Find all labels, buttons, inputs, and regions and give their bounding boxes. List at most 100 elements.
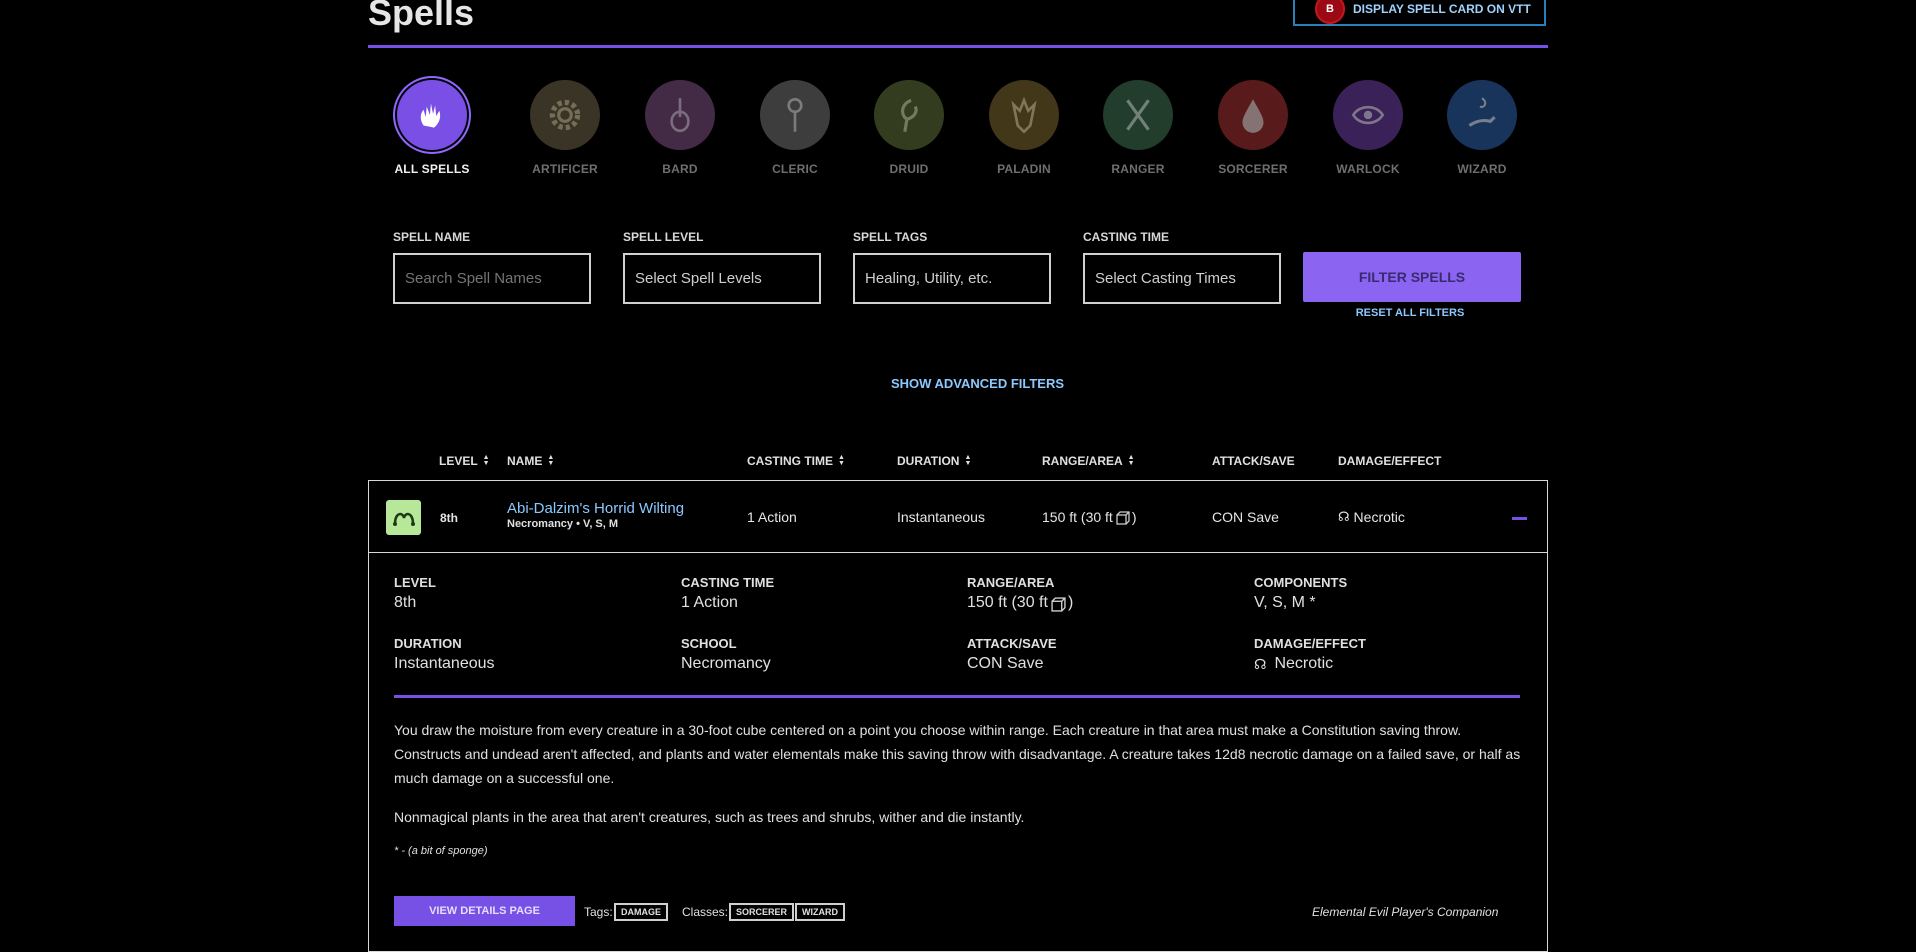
row-casting-time: 1 Action (747, 509, 797, 525)
detail-range-value: 150 ft (30 ft ) (967, 594, 1073, 612)
blood-drop-icon (1218, 80, 1288, 150)
wizard-hand-icon (1447, 80, 1517, 150)
header-name-label: NAME (507, 454, 543, 468)
detail-duration-value: Instantaneous (394, 655, 495, 672)
dnd-beyond-icon: B (1315, 0, 1345, 24)
class-filter-all-spells[interactable]: ALL SPELLS (372, 80, 492, 176)
row-damage: ☊ Necrotic (1338, 509, 1405, 525)
detail-damage-value: ☊ Necrotic (1254, 655, 1333, 673)
header-attack-save: ATTACK/SAVE (1212, 454, 1295, 468)
mace-icon (760, 80, 830, 150)
cube-icon (1051, 597, 1066, 612)
class-filter-artificer[interactable]: ARTIFICER (505, 80, 625, 176)
spell-name-link[interactable]: Abi-Dalzim's Horrid Wilting (507, 500, 684, 517)
header-casting-time[interactable]: CASTING TIME ▲ ▼ (747, 454, 845, 468)
details-divider (394, 695, 1520, 698)
detail-range-close: ) (1067, 594, 1074, 611)
collapse-icon[interactable] (1512, 517, 1527, 520)
header-damage-effect: DAMAGE/EFFECT (1338, 454, 1442, 468)
sort-icon: ▲ ▼ (964, 454, 972, 467)
class-filter-sorcerer[interactable]: SORCERER (1193, 80, 1313, 176)
detail-range-label: RANGE/AREA (967, 575, 1055, 590)
necromancy-school-icon (386, 500, 421, 535)
class-label: RANGER (1111, 162, 1165, 176)
spell-name-input[interactable] (393, 253, 591, 304)
sort-icon: ▲ ▼ (838, 454, 845, 467)
class-filter-bard[interactable]: BARD (620, 80, 740, 176)
casting-time-label: CASTING TIME (1083, 230, 1169, 244)
class-filter-druid[interactable]: DRUID (849, 80, 969, 176)
helm-icon (989, 80, 1059, 150)
class-filter-cleric[interactable]: CLERIC (735, 80, 855, 176)
class-label: SORCERER (1218, 162, 1288, 176)
sort-icon: ▲ ▼ (1127, 454, 1135, 467)
spell-description-2: Nonmagical plants in the area that aren'… (394, 809, 1025, 825)
page-title: Spells (368, 0, 475, 33)
class-label: CLERIC (772, 162, 818, 176)
class-label: PALADIN (997, 162, 1051, 176)
detail-level-label: LEVEL (394, 575, 436, 590)
row-level: 8th (440, 511, 458, 525)
detail-damage-label: DAMAGE/EFFECT (1254, 636, 1366, 651)
casting-time-select[interactable]: Select Casting Times (1083, 253, 1281, 304)
spell-description: You draw the moisture from every creatur… (394, 722, 1521, 786)
header-casting-time-label: CASTING TIME (747, 454, 833, 468)
detail-attack-label: ATTACK/SAVE (967, 636, 1057, 651)
header-level[interactable]: LEVEL ▲ ▼ (439, 454, 490, 468)
gear-icon (530, 80, 600, 150)
row-damage-value: Necrotic (1353, 509, 1405, 525)
header-range[interactable]: RANGE/AREA ▲ ▼ (1042, 454, 1135, 468)
eye-icon (1333, 80, 1403, 150)
header-level-label: LEVEL (439, 454, 478, 468)
leaf-icon (874, 80, 944, 150)
spell-tags-label: SPELL TAGS (853, 230, 928, 244)
sort-icon: ▲ ▼ (482, 454, 490, 467)
class-tag-sorcerer[interactable]: SORCERER (729, 903, 795, 921)
detail-school-label: SCHOOL (681, 636, 737, 651)
detail-casting-time-value: 1 Action (681, 594, 738, 611)
header-duration-label: DURATION (897, 454, 960, 468)
class-filter-ranger[interactable]: RANGER (1078, 80, 1198, 176)
detail-damage-text: Necrotic (1274, 655, 1334, 672)
lute-icon (645, 80, 715, 150)
row-range: 150 ft (30 ft ) (1042, 509, 1137, 525)
detail-casting-time-label: CASTING TIME (681, 575, 775, 590)
vtt-button-label: DISPLAY SPELL CARD ON VTT (1353, 2, 1531, 16)
display-vtt-button[interactable]: B DISPLAY SPELL CARD ON VTT (1293, 0, 1546, 26)
spell-level-select[interactable]: Select Spell Levels (623, 253, 821, 304)
cube-icon (1116, 511, 1130, 525)
detail-components-value: V, S, M * (1254, 594, 1316, 611)
reset-filters-link[interactable]: RESET ALL FILTERS (1303, 307, 1517, 319)
spell-subtitle: Necromancy • V, S, M (507, 518, 619, 530)
header-divider (368, 45, 1548, 48)
row-range-value: 150 ft (30 ft (1042, 509, 1113, 525)
component-footnote: * - (a bit of sponge) (394, 845, 488, 857)
class-filter-wizard[interactable]: WIZARD (1422, 80, 1542, 176)
tag-damage[interactable]: DAMAGE (614, 903, 668, 921)
spell-tags-select[interactable]: Healing, Utility, etc. (853, 253, 1051, 304)
row-range-close: ) (1131, 509, 1137, 525)
detail-range-text: 150 ft (30 ft (967, 594, 1048, 611)
necrotic-icon: ☊ (1254, 655, 1267, 672)
class-label: WARLOCK (1336, 162, 1400, 176)
class-label: BARD (662, 162, 698, 176)
crossed-blades-icon (1103, 80, 1173, 150)
detail-duration-label: DURATION (394, 636, 462, 651)
filter-spells-button[interactable]: FILTER SPELLS (1303, 252, 1521, 302)
detail-level-value: 8th (394, 594, 417, 611)
detail-school-value: Necromancy (681, 655, 771, 672)
row-attack-save: CON Save (1212, 509, 1279, 525)
detail-attack-value: CON Save (967, 655, 1044, 672)
advanced-filters-link[interactable]: SHOW ADVANCED FILTERS (880, 376, 1075, 391)
header-range-label: RANGE/AREA (1042, 454, 1123, 468)
view-details-button[interactable]: VIEW DETAILS PAGE (394, 896, 575, 926)
spell-name-label: SPELL NAME (393, 230, 471, 244)
class-tag-wizard[interactable]: WIZARD (795, 903, 845, 921)
header-name[interactable]: NAME ▲ ▼ (507, 454, 554, 468)
class-filter-warlock[interactable]: WARLOCK (1308, 80, 1428, 176)
detail-components-label: COMPONENTS (1254, 575, 1348, 590)
class-filter-paladin[interactable]: PALADIN (964, 80, 1084, 176)
header-duration[interactable]: DURATION ▲ ▼ (897, 454, 971, 468)
class-label: DRUID (889, 162, 929, 176)
class-label: ARTIFICER (532, 162, 598, 176)
